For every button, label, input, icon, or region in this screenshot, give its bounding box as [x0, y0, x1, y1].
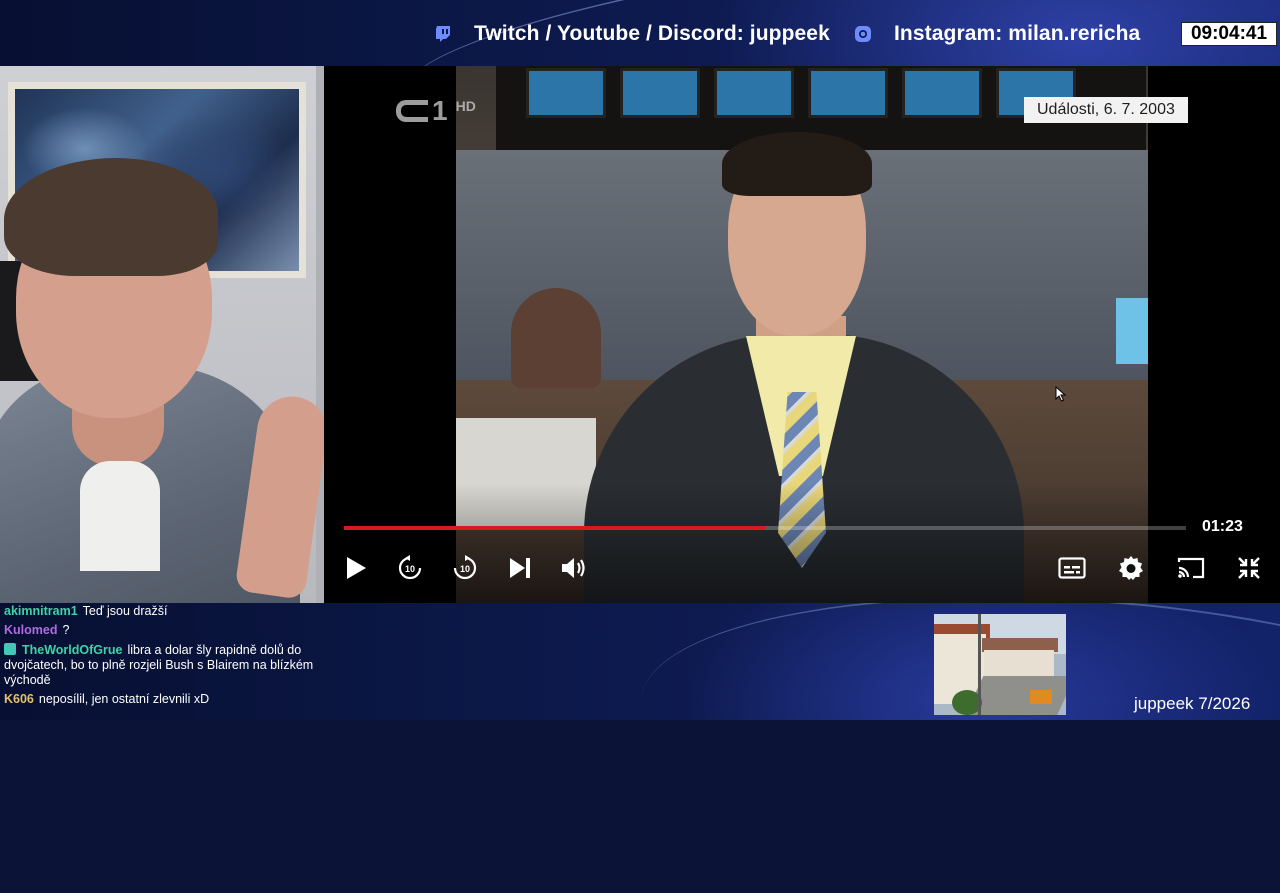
settings-gear-icon	[1119, 556, 1143, 580]
forward-10-icon: 10	[453, 555, 477, 580]
chat-message: Kulomed?	[4, 623, 326, 638]
chat-message: TheWorldOfGrue libra a dolar šly rapidně …	[4, 643, 326, 688]
chat-message: akimnitram1 Teď jsou dražší	[4, 604, 326, 619]
twitch-icon	[434, 25, 452, 43]
chat-message: K606 neposílil, jen ostatní zlevnili xD	[4, 692, 326, 707]
settings-button[interactable]	[1116, 553, 1146, 583]
clock: 09:04:41	[1181, 22, 1277, 46]
instagram-handle-text: Instagram: milan.rericha	[894, 22, 1141, 45]
social-links-twitch: Twitch / Youtube / Discord: juppeek	[434, 20, 830, 48]
exit-fullscreen-button[interactable]	[1234, 553, 1264, 583]
anchor-hair	[722, 132, 872, 196]
chat-username: K606	[4, 692, 34, 706]
door-frame	[316, 66, 324, 603]
broadcast-caption: Události, 6. 7. 2003	[1024, 97, 1188, 123]
mouse-cursor-icon	[1055, 386, 1067, 402]
chat-text: neposílil, jen ostatní zlevnili xD	[38, 692, 210, 706]
chat-overlay: akimnitram1 Teď jsou dražší Kulomed? TheW…	[0, 603, 330, 720]
exit-fullscreen-icon	[1238, 557, 1260, 579]
background-person	[511, 288, 601, 388]
streamer-tshirt	[80, 461, 160, 571]
channel-number: 1	[432, 95, 448, 126]
chat-username: akimnitram1	[4, 604, 78, 618]
volume-button[interactable]	[559, 553, 589, 583]
controls-gradient	[324, 483, 1280, 603]
current-time: 01:23	[1202, 518, 1243, 535]
channel-logo: 1 HD	[396, 95, 476, 126]
street-camera-thumbnail	[934, 614, 1066, 715]
subtitles-icon	[1058, 557, 1086, 579]
ct-logo-mark	[396, 100, 428, 122]
chat-text: ?	[62, 623, 70, 637]
next-button[interactable]	[505, 553, 535, 583]
play-icon	[347, 557, 366, 579]
volume-icon	[562, 558, 585, 578]
forward-10-button[interactable]: 10	[450, 553, 480, 583]
social-links-instagram: Instagram: milan.rericha	[854, 20, 1140, 48]
chat-badge-icon	[4, 643, 16, 655]
webcam-feed	[0, 66, 324, 603]
rewind-10-icon: 10	[398, 555, 422, 580]
top-bar: Twitch / Youtube / Discord: juppeek Inst…	[0, 0, 1280, 66]
play-button[interactable]	[341, 553, 371, 583]
video-player[interactable]: 1 HD Události, 6. 7. 2003 01:23 10 10	[324, 66, 1280, 603]
chat-username: TheWorldOfGrue	[22, 643, 123, 657]
chat-username: Kulomed	[4, 623, 58, 637]
cast-button[interactable]	[1176, 553, 1206, 583]
svg-text:10: 10	[460, 564, 470, 574]
instagram-icon	[854, 25, 872, 43]
streamer-hair	[4, 158, 218, 276]
watermark-text: juppeek 7/2026	[1134, 694, 1251, 713]
background-monitor	[1116, 298, 1148, 364]
hd-badge: HD	[455, 98, 476, 114]
svg-text:10: 10	[405, 564, 415, 574]
cast-icon	[1177, 557, 1205, 579]
social-links-text: Twitch / Youtube / Discord: juppeek	[474, 22, 830, 45]
next-icon	[510, 558, 530, 578]
chat-text: Teď jsou dražší	[82, 604, 168, 618]
subtitles-button[interactable]	[1057, 553, 1087, 583]
progress-bar-played	[344, 526, 765, 530]
rewind-10-button[interactable]: 10	[395, 553, 425, 583]
progress-bar[interactable]	[344, 526, 1186, 530]
